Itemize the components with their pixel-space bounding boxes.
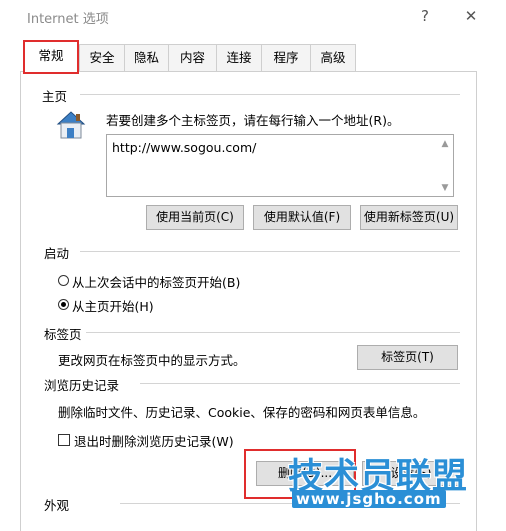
tab-connections[interactable]: 连接: [216, 44, 262, 71]
delete-on-exit-label[interactable]: 退出时删除浏览历史记录(W): [74, 431, 234, 450]
delete-on-exit-checkbox[interactable]: [58, 434, 70, 446]
close-button[interactable]: ✕: [460, 6, 482, 26]
use-default-button[interactable]: 使用默认值(F): [253, 205, 351, 230]
tabs-section-title: 标签页: [44, 324, 86, 343]
history-section-title: 浏览历史记录: [44, 375, 124, 394]
tab-privacy[interactable]: 隐私: [124, 44, 169, 71]
use-current-button[interactable]: 使用当前页(C): [146, 205, 244, 230]
startup-last-session-label[interactable]: 从上次会话中的标签页开始(B): [72, 272, 240, 291]
help-button[interactable]: ?: [414, 6, 436, 26]
tab-programs[interactable]: 程序: [261, 44, 311, 71]
startup-last-session-radio[interactable]: [58, 275, 69, 286]
homepage-url-value[interactable]: http://www.sogou.com/: [112, 140, 256, 155]
scroll-up-icon[interactable]: ▲: [437, 137, 453, 151]
history-divider: [140, 383, 460, 384]
highlight-box-tab: [23, 40, 79, 74]
homepage-section-title: 主页: [42, 86, 72, 105]
appearance-section-title: 外观: [44, 495, 74, 514]
home-icon: [56, 111, 86, 139]
tab-security[interactable]: 安全: [79, 44, 125, 71]
tabs-settings-button[interactable]: 标签页(T): [357, 345, 458, 370]
startup-divider: [80, 251, 460, 252]
window-title: Internet 选项: [27, 12, 109, 27]
use-new-tab-button[interactable]: 使用新标签页(U): [360, 205, 458, 230]
tab-advanced[interactable]: 高级: [310, 44, 356, 71]
tabs-section-description: 更改网页在标签页中的显示方式。: [58, 353, 246, 368]
history-description: 删除临时文件、历史记录、Cookie、保存的密码和网页表单信息。: [58, 405, 426, 420]
homepage-description: 若要创建多个主标签页，请在每行输入一个地址(R)。: [106, 113, 400, 128]
homepage-divider: [80, 94, 460, 95]
startup-section-title: 启动: [44, 243, 74, 262]
scroll-down-icon[interactable]: ▼: [437, 181, 453, 195]
tabs-section-divider: [86, 332, 460, 333]
homepage-url-scrollbar[interactable]: ▲ ▼: [437, 135, 453, 196]
tab-content[interactable]: 内容: [168, 44, 217, 71]
watermark-url-text: www.jsgho.com: [292, 490, 446, 508]
startup-homepage-radio[interactable]: [58, 299, 69, 310]
startup-homepage-label[interactable]: 从主页开始(H): [72, 296, 154, 315]
